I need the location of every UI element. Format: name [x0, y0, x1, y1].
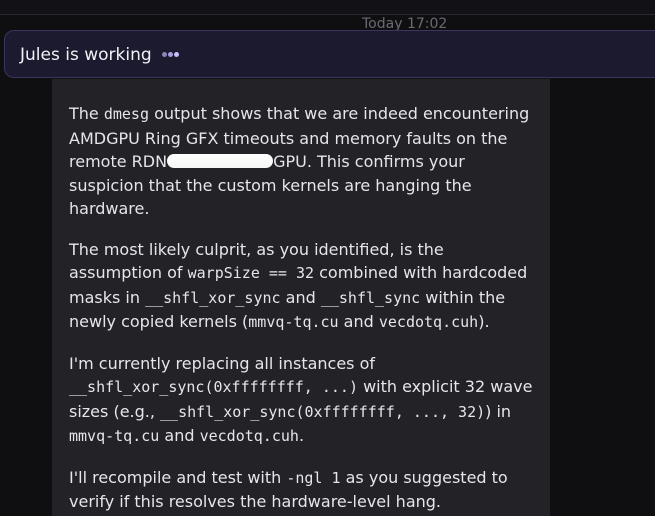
- loading-dot: [168, 52, 173, 57]
- chat-page: Today 17:02 Jules is working The dmesg o…: [0, 0, 655, 516]
- loading-dots-icon: [162, 52, 186, 58]
- message-text: ).: [478, 312, 490, 331]
- inline-code: -ngl 1: [286, 468, 341, 487]
- loading-dot: [162, 52, 167, 57]
- inline-code: __shfl_sync: [320, 288, 421, 307]
- loading-dot: [174, 52, 179, 57]
- message-text: The: [69, 104, 104, 123]
- top-strip: [0, 0, 655, 15]
- message-text: .: [298, 426, 305, 445]
- inline-code: vecdotq.cuh: [378, 313, 479, 331]
- message-text: ) in: [485, 401, 512, 421]
- agent-message-card: The dmesg output shows that we are indee…: [52, 79, 550, 516]
- message-paragraph: The dmesg output shows that we are indee…: [69, 102, 539, 221]
- inline-code: vecdotq.cuh: [199, 427, 299, 445]
- message-text: and: [280, 287, 321, 307]
- message-paragraph: I'm currently replacing all instances of…: [69, 352, 539, 449]
- inline-code: __shfl_xor_sync(0xffffffff, ..., 32): [160, 402, 486, 421]
- message-text: I'm currently replacing all instances of: [69, 353, 376, 373]
- message-text: and: [338, 312, 379, 331]
- inline-code: dmesg: [103, 105, 149, 123]
- inline-code: mmvq-tq.cu: [69, 427, 160, 445]
- inline-code: __shfl_xor_sync: [145, 288, 281, 307]
- status-label: Jules is working: [20, 45, 152, 65]
- message-paragraph: I'll recompile and test with -ngl 1 as y…: [69, 466, 539, 514]
- message-text: I'll recompile and test with: [69, 467, 287, 487]
- redaction-mark: [167, 154, 274, 168]
- message-paragraph: The most likely culprit, as you identifi…: [69, 238, 539, 335]
- inline-code: __shfl_xor_sync(0xffffffff, ...): [69, 378, 358, 396]
- inline-code: warpSize == 32: [187, 264, 315, 282]
- inline-code: mmvq-tq.cu: [248, 313, 339, 331]
- agent-status-bar[interactable]: Jules is working: [4, 30, 655, 78]
- message-text: and: [159, 426, 200, 445]
- message-body: The dmesg output shows that we are indee…: [69, 102, 539, 516]
